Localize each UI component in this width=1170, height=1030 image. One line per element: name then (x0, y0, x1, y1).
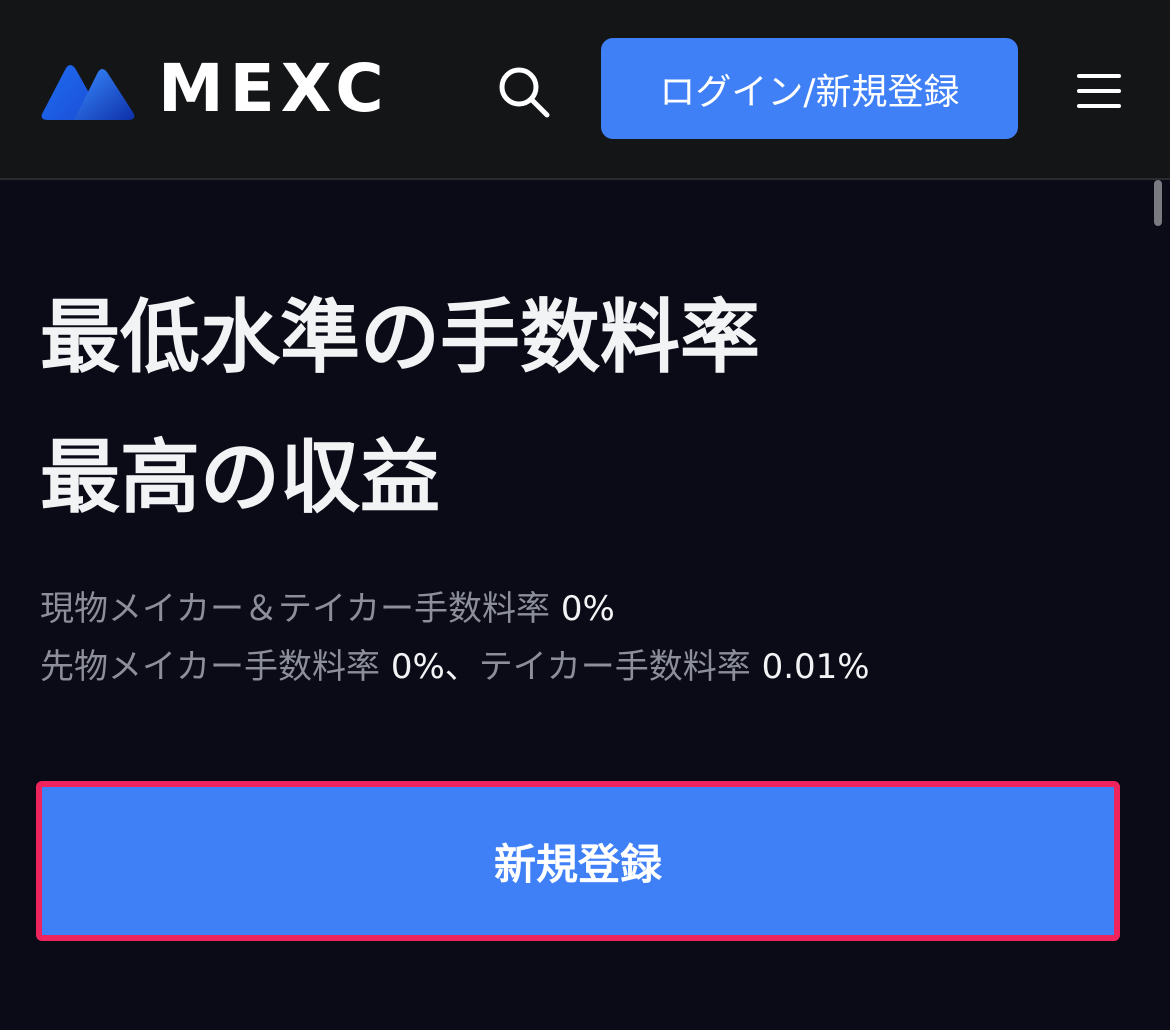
futures-taker-label: テイカー手数料率 (478, 647, 751, 687)
page: MEXC ログイン/新規登録 最低水準の手数料率 最高の収益 現物メイカー＆テイ… (0, 0, 1170, 1030)
mexc-logo[interactable]: MEXC (40, 50, 390, 127)
scrollbar-thumb[interactable] (1154, 180, 1162, 226)
fee-description: 現物メイカー＆テイカー手数料率 0% 先物メイカー手数料率 0%、テイカー手数料… (40, 580, 1130, 696)
top-header: MEXC ログイン/新規登録 (0, 0, 1170, 180)
hamburger-menu-icon (1077, 74, 1121, 108)
menu-button[interactable] (1074, 70, 1124, 112)
spot-fee-value: 0% (560, 589, 615, 629)
logo-wordmark: MEXC (158, 50, 390, 127)
headline-line-2: 最高の収益 (40, 431, 440, 524)
futures-separator: 、 (444, 647, 479, 687)
futures-taker-value: 0.01% (761, 647, 870, 687)
logo-mark-icon (41, 65, 135, 120)
search-icon (499, 67, 550, 118)
signup-button[interactable]: 新規登録 (42, 787, 1114, 935)
spot-fee-label: 現物メイカー＆テイカー手数料率 (40, 589, 550, 629)
spot-fee-line: 現物メイカー＆テイカー手数料率 0% (40, 580, 1130, 638)
hero-headline: 最低水準の手数料率 最高の収益 (40, 268, 1120, 548)
headline-line-1: 最低水準の手数料率 (40, 291, 760, 384)
futures-maker-value: 0% (390, 647, 445, 687)
search-button[interactable] (494, 62, 554, 122)
futures-fee-line: 先物メイカー手数料率 0%、テイカー手数料率 0.01% (40, 638, 1130, 696)
signup-cta-highlight: 新規登録 (36, 781, 1120, 941)
futures-maker-label: 先物メイカー手数料率 (40, 647, 380, 687)
login-register-button[interactable]: ログイン/新規登録 (601, 38, 1018, 139)
